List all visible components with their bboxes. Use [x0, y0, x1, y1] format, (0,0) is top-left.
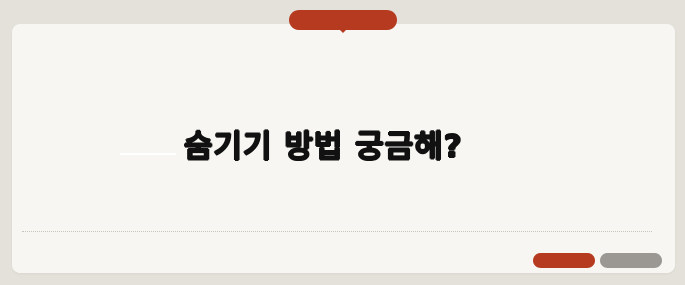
- tab-pointer-icon: [338, 28, 348, 33]
- secondary-pill-button[interactable]: [600, 253, 662, 268]
- decorative-line: [120, 153, 176, 155]
- scene: 숨기기 방법 궁금해?: [0, 0, 685, 285]
- top-tab-badge: [289, 10, 397, 30]
- main-question-text: 숨기기 방법 궁금해?: [184, 129, 463, 165]
- primary-pill-button[interactable]: [533, 253, 595, 268]
- dotted-divider: [22, 231, 652, 232]
